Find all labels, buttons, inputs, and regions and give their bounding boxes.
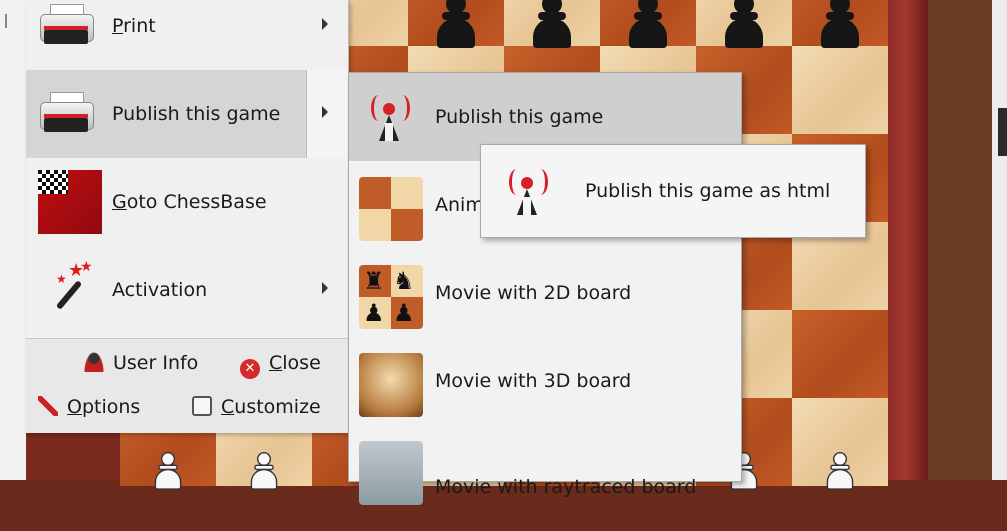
black-pawn-piece[interactable]	[721, 0, 767, 50]
magic-wand-icon: ★ ★ ★	[46, 259, 94, 314]
submenu-item-movie-3d[interactable]: Movie with 3D board	[349, 337, 741, 425]
chessbase-logo	[38, 170, 102, 234]
menu-item-print[interactable]: Print	[26, 0, 348, 70]
customize-button[interactable]: Customize	[192, 389, 321, 425]
user-icon	[84, 352, 104, 372]
black-pawn-piece[interactable]	[529, 0, 575, 50]
submenu-item-label: Movie with raytraced board	[435, 476, 697, 498]
printer-icon	[40, 92, 94, 136]
board-square[interactable]	[792, 310, 888, 398]
submenu-arrow-icon	[322, 282, 328, 294]
white-pawn-piece[interactable]	[248, 452, 280, 491]
radio-tower-icon	[369, 93, 410, 143]
printer-icon	[40, 4, 94, 48]
menu-item-label: Goto ChessBase	[112, 191, 267, 213]
2d-board-thumbnail: ♜ ♞ ♟ ♟	[359, 265, 423, 329]
board-outer-frame	[928, 0, 992, 480]
options-button[interactable]: Options	[38, 389, 140, 425]
menu-footer: User Info ✕ Close Options Customize	[26, 338, 348, 433]
user-info-button[interactable]: User Info	[84, 345, 198, 381]
submenu-item-label: Movie with 2D board	[435, 282, 632, 304]
window-right-edge	[992, 0, 1007, 480]
menu-item-label: Publish this game	[112, 103, 281, 125]
3d-board-thumbnail	[359, 353, 423, 417]
submenu-item-label: Movie with 3D board	[435, 370, 632, 392]
submenu-item-movie-raytraced[interactable]: Movie with raytraced board	[349, 425, 741, 513]
close-icon: ✕	[240, 359, 260, 379]
submenu-item-movie-2d[interactable]: ♜ ♞ ♟ ♟ Movie with 2D board	[349, 249, 741, 337]
board-square[interactable]	[792, 46, 888, 134]
close-button[interactable]: ✕ Close	[240, 345, 321, 381]
menu-item-publish[interactable]: Publish this game	[26, 70, 348, 158]
white-pawn-piece[interactable]	[152, 452, 184, 491]
window-left-edge	[0, 0, 27, 480]
raytraced-board-thumbnail	[359, 441, 423, 505]
submenu-item-publish-html[interactable]: Publish this game as html	[481, 145, 865, 237]
black-pawn-piece[interactable]	[433, 0, 479, 50]
wrench-icon	[38, 396, 58, 416]
black-pawn-piece[interactable]	[625, 0, 671, 50]
submenu-item-label: Anim	[435, 194, 484, 216]
submenu-arrow-icon	[322, 18, 328, 30]
submenu-item-label: Publish this game as html	[585, 180, 831, 202]
radio-tower-icon	[507, 167, 548, 217]
submenu-arrow-icon[interactable]	[322, 106, 328, 118]
board-frame-right	[888, 0, 928, 480]
black-pawn-piece[interactable]	[817, 0, 863, 50]
menu-item-label: Activation	[112, 279, 208, 301]
file-menu: Print Publish this game Goto ChessBase A…	[26, 0, 349, 433]
white-pawn-piece[interactable]	[824, 452, 856, 491]
publish-html-submenu: Publish this game as html	[480, 144, 866, 238]
menu-item-label: Print	[112, 15, 156, 37]
publish-submenu: Publish this game Anim ♜ ♞ ♟ ♟ Movie with …	[348, 72, 742, 505]
animation-board-thumbnail	[359, 177, 423, 241]
customize-icon	[192, 396, 212, 416]
